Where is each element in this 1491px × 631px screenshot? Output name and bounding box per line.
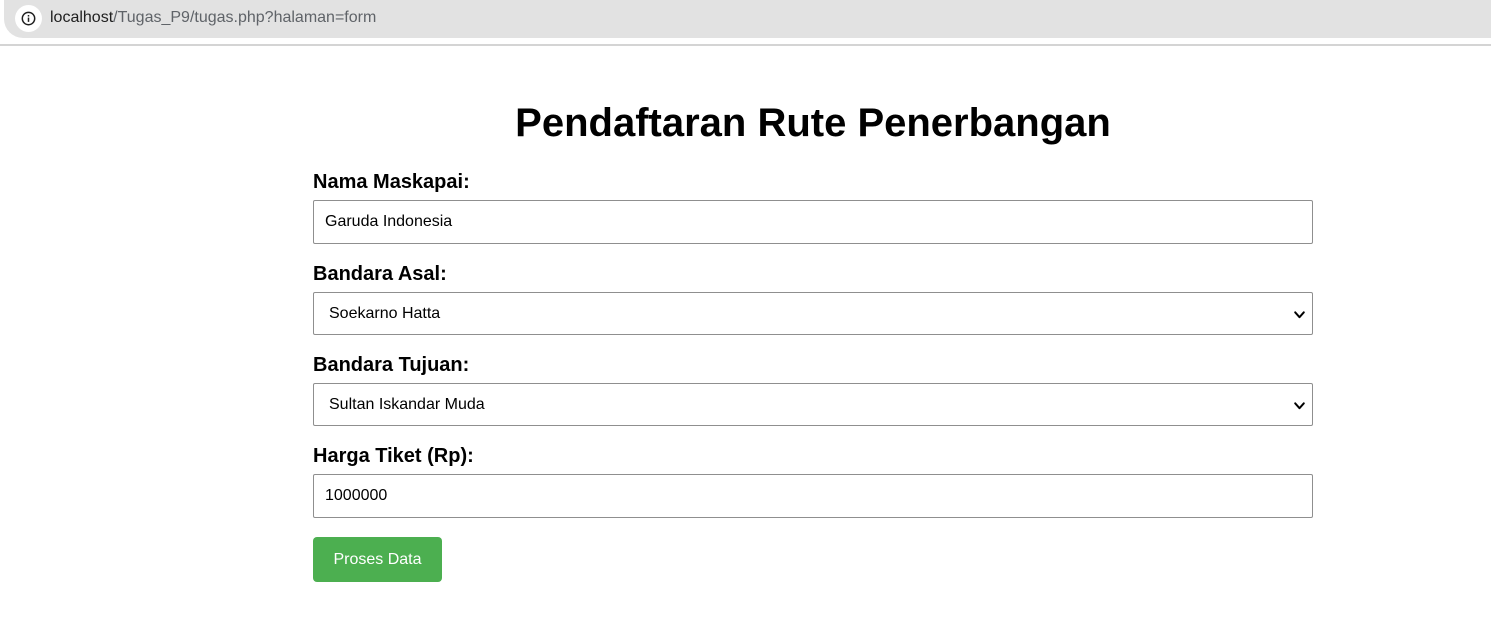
site-info-button[interactable]: [15, 5, 42, 32]
tujuan-selected-value: Sultan Iskandar Muda: [329, 396, 485, 413]
maskapai-input[interactable]: [313, 200, 1313, 244]
url-text[interactable]: localhost/Tugas_P9/tugas.php?halaman=for…: [50, 8, 376, 28]
harga-input[interactable]: [313, 474, 1313, 518]
info-icon: [21, 11, 36, 26]
asal-selected-value: Soekarno Hatta: [329, 305, 441, 322]
maskapai-label: Nama Maskapai:: [313, 171, 470, 193]
chevron-down-icon: [1294, 311, 1305, 319]
url-host: localhost: [50, 9, 114, 26]
tujuan-select[interactable]: Sultan Iskandar Muda: [313, 383, 1313, 426]
asal-label: Bandara Asal:: [313, 263, 447, 285]
harga-label: Harga Tiket (Rp):: [313, 445, 474, 467]
page-title: Pendaftaran Rute Penerbangan: [515, 101, 1111, 145]
url-omnibox[interactable]: localhost/Tugas_P9/tugas.php?halaman=for…: [4, 0, 1491, 38]
tujuan-label: Bandara Tujuan:: [313, 354, 470, 376]
url-path: /Tugas_P9/tugas.php?halaman=form: [113, 9, 377, 26]
chevron-down-icon: [1294, 402, 1305, 410]
proses-data-button[interactable]: Proses Data: [313, 537, 442, 582]
browser-address-bar: localhost/Tugas_P9/tugas.php?halaman=for…: [0, 0, 1491, 46]
asal-select[interactable]: Soekarno Hatta: [313, 292, 1313, 335]
